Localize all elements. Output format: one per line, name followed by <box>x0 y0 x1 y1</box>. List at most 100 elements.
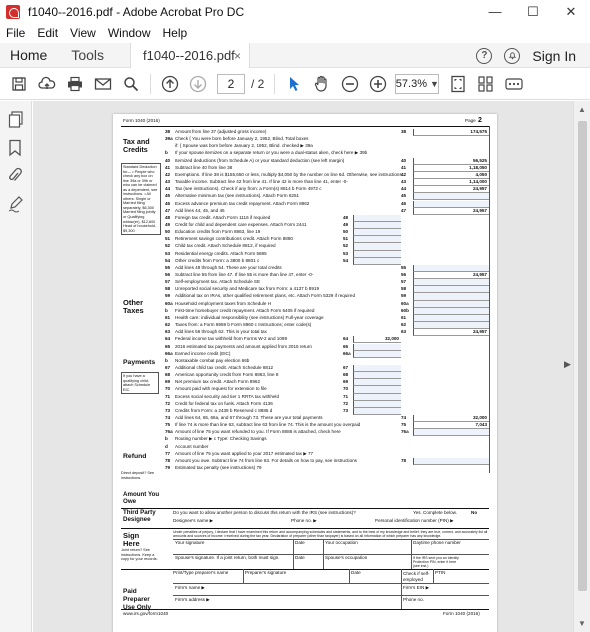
zoom-in-icon[interactable] <box>369 75 387 93</box>
amount-value: 24,957 <box>472 272 487 277</box>
amount-field[interactable] <box>413 293 489 301</box>
close-window-button[interactable]: ✕ <box>552 0 590 23</box>
menu-help[interactable]: Help <box>157 26 194 40</box>
hand-tool-icon[interactable] <box>313 75 331 93</box>
amount-field[interactable] <box>413 307 489 315</box>
amount-field[interactable] <box>353 214 401 222</box>
designee-phone-label: Phone no. ▶ <box>291 518 317 523</box>
your-signature-label: Your signature <box>175 540 205 545</box>
amount-field[interactable] <box>413 300 489 308</box>
amount-field[interactable] <box>353 229 401 237</box>
amount-field[interactable]: 1,18,050 <box>413 164 489 172</box>
next-page-icon[interactable] <box>189 75 207 93</box>
collapse-right-pane-icon[interactable]: ▶ <box>564 359 571 370</box>
line-box-number: 78 <box>401 457 407 463</box>
amount-field[interactable]: 56,525 <box>413 157 489 165</box>
amount-field[interactable] <box>353 343 401 351</box>
self-employed-check-label: Check if self-employed <box>403 571 430 582</box>
amount-field[interactable] <box>413 279 489 287</box>
tab-document[interactable]: f1040--2016.pdf × <box>130 43 250 68</box>
sign-pen-icon[interactable] <box>8 195 24 213</box>
email-icon[interactable] <box>94 75 112 93</box>
zoom-level-select[interactable]: 57.3% ▼ <box>395 73 440 94</box>
maximize-button[interactable]: ☐ <box>514 0 552 23</box>
amount-field[interactable]: 4,050 <box>413 171 489 180</box>
zoom-out-icon[interactable] <box>341 75 359 93</box>
line-box-number: 68 <box>343 372 349 378</box>
menu-view[interactable]: View <box>64 26 102 40</box>
line-box-number: 72 <box>343 400 349 406</box>
amount-field[interactable] <box>413 322 489 330</box>
amount-field[interactable]: 24,957 <box>413 272 489 280</box>
amount-field[interactable] <box>353 257 401 265</box>
amount-field[interactable] <box>353 407 401 415</box>
tab-close-icon[interactable]: × <box>234 49 241 63</box>
sign-in-link[interactable]: Sign In <box>532 48 576 64</box>
menu-file[interactable]: File <box>0 26 31 40</box>
signature-date-label: Date <box>295 540 305 545</box>
amount-field[interactable] <box>353 379 401 387</box>
scroll-up-arrow-icon[interactable]: ▲ <box>578 105 586 114</box>
select-cursor-icon[interactable] <box>285 75 303 93</box>
amount-field[interactable] <box>413 200 489 208</box>
amount-field[interactable]: 7,043 <box>413 422 489 430</box>
menu-window[interactable]: Window <box>102 26 157 40</box>
line-description: Account number <box>175 443 209 449</box>
form-line: b First-time homebuyer credit repayment. … <box>113 307 497 315</box>
amount-field[interactable] <box>353 350 401 358</box>
amount-field[interactable]: 24,957 <box>413 207 489 215</box>
form-line: 72 Credit for federal tax on fuels. Attac… <box>113 400 497 408</box>
notifications-bell-icon[interactable] <box>504 47 521 64</box>
bookmarks-icon[interactable] <box>8 139 24 157</box>
amount-field[interactable] <box>353 393 401 401</box>
scrollbar-thumb[interactable] <box>578 121 587 591</box>
line-description: Tax (see instructions). Check if any fro… <box>175 186 322 192</box>
line-number: 70 <box>165 386 171 392</box>
document-view[interactable]: ▶ Form 1040 (2016) Page 2 Tax and Credit… <box>33 101 573 632</box>
amount-field[interactable] <box>413 457 489 466</box>
amount-field[interactable]: 24,957 <box>413 186 489 194</box>
vertical-scrollbar[interactable]: ▲ ▼ <box>573 101 590 632</box>
form-line: b Routing number ▶ c Type: Checking Savin… <box>113 436 497 443</box>
search-icon[interactable] <box>122 75 140 93</box>
amount-field[interactable] <box>353 400 401 408</box>
amount-field[interactable] <box>353 250 401 258</box>
form-line: 40 Itemized deductions (from Schedule A) … <box>113 157 497 165</box>
amount-field[interactable] <box>413 429 489 437</box>
amount-field[interactable] <box>413 264 489 272</box>
page-layout-icon[interactable] <box>477 75 495 93</box>
page-number-input[interactable]: 2 <box>217 73 245 94</box>
save-icon[interactable] <box>10 75 28 93</box>
tab-tools[interactable]: Tools <box>71 47 104 63</box>
amount-field[interactable] <box>353 364 401 373</box>
amount-field[interactable] <box>413 193 489 201</box>
amount-field[interactable]: 32,000 <box>413 415 489 423</box>
amount-field[interactable]: 24,957 <box>413 329 489 337</box>
scroll-down-arrow-icon[interactable]: ▼ <box>578 619 586 628</box>
amount-field[interactable] <box>413 286 489 294</box>
menu-edit[interactable]: Edit <box>31 26 64 40</box>
amount-value: 32,000 <box>472 415 487 420</box>
amount-field[interactable] <box>353 386 401 394</box>
prep-col-divider <box>433 569 434 583</box>
amount-field[interactable]: 1,14,000 <box>413 179 489 187</box>
amount-field[interactable] <box>353 221 401 230</box>
previous-page-icon[interactable] <box>161 75 179 93</box>
print-icon[interactable] <box>66 75 84 93</box>
amount-field[interactable] <box>353 372 401 380</box>
line-description: Amount of line 75 you want applied to yo… <box>175 450 314 456</box>
amount-field[interactable] <box>353 243 401 251</box>
page-thumbnails-icon[interactable] <box>8 111 24 128</box>
amount-field[interactable]: 174,575 <box>413 129 489 137</box>
help-icon[interactable]: ? <box>476 47 493 64</box>
amount-field[interactable]: 32,000 <box>353 336 401 344</box>
minimize-button[interactable]: — <box>476 0 514 23</box>
attachments-paperclip-icon[interactable] <box>8 167 24 183</box>
amount-field[interactable] <box>353 236 401 244</box>
form-line: 75 If line 74 is more than line 63, subtr… <box>113 422 497 430</box>
more-tools-icon[interactable] <box>505 75 523 93</box>
tab-home[interactable]: Home <box>10 47 47 63</box>
amount-field[interactable] <box>413 314 489 323</box>
fit-page-icon[interactable] <box>449 75 467 93</box>
cloud-upload-icon[interactable] <box>38 75 56 93</box>
